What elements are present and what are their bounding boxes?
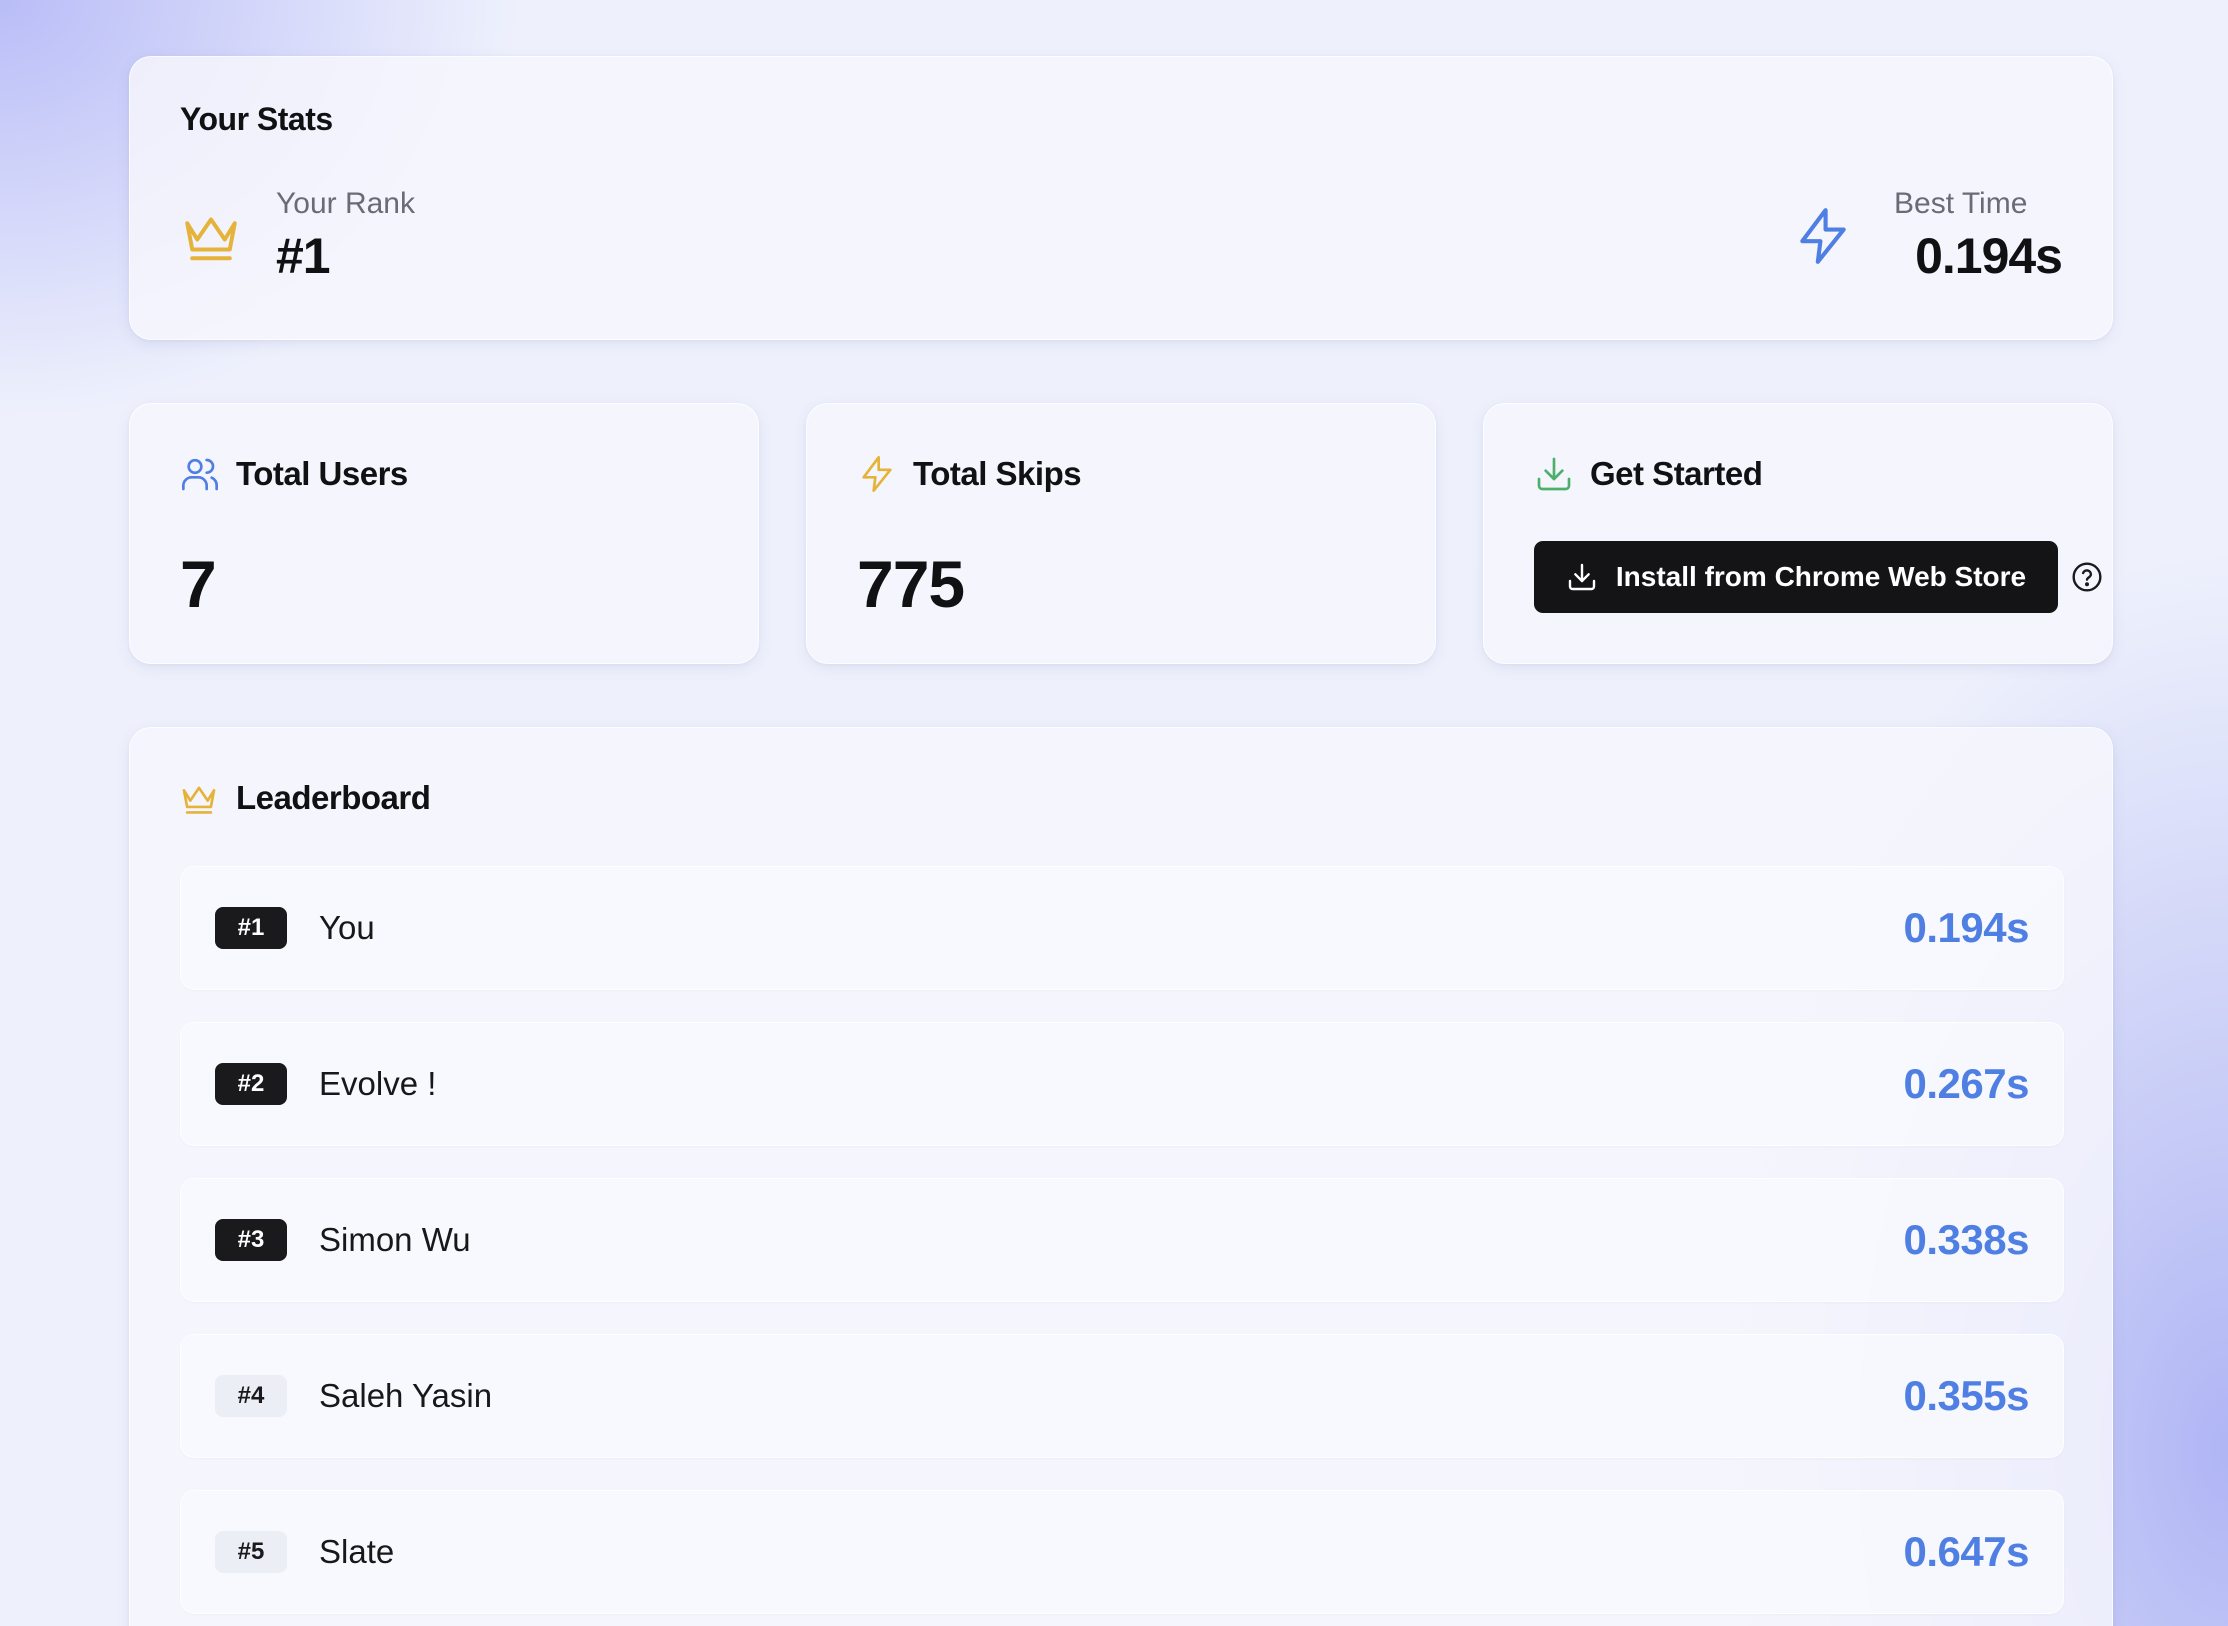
install-chrome-web-store-button[interactable]: Install from Chrome Web Store: [1534, 541, 2058, 613]
player-name: Simon Wu: [319, 1221, 471, 1258]
player-time: 0.338s: [1903, 1216, 2030, 1263]
lightning-icon: [862, 456, 892, 492]
download-icon: [1568, 563, 1596, 591]
player-time: 0.194s: [1903, 904, 2030, 951]
lightning-icon: [1800, 208, 1846, 264]
download-icon: [1537, 457, 1571, 491]
best-time-value: 0.194s: [1915, 228, 2063, 284]
your-rank-label: Your Rank: [276, 187, 415, 220]
leaderboard-card: Leaderboard #1 You 0.194s #2 Evolve ! 0.…: [129, 727, 2113, 1626]
total-users-value: 7: [180, 547, 217, 621]
get-started-title: Get Started: [1590, 455, 1763, 492]
leaderboard-row: #5 Slate 0.647s: [180, 1490, 2064, 1614]
best-time-label: Best Time: [1894, 187, 2028, 220]
leaderboard-list: #1 You 0.194s #2 Evolve ! 0.267s #3 Simo…: [180, 866, 2064, 1626]
rank-badge: #1: [215, 907, 287, 949]
total-skips-card: Total Skips 775: [806, 403, 1436, 664]
total-users-title: Total Users: [236, 455, 408, 492]
rank-badge: #3: [215, 1219, 287, 1261]
leaderboard-row: #2 Evolve ! 0.267s: [180, 1022, 2064, 1146]
rank-badge: #4: [215, 1375, 287, 1417]
total-skips-value: 775: [857, 547, 965, 621]
crown-icon: [182, 786, 216, 814]
users-icon: [182, 458, 219, 491]
leaderboard-row: #4 Saleh Yasin 0.355s: [180, 1334, 2064, 1458]
your-stats-title: Your Stats: [180, 101, 333, 137]
player-name: You: [319, 909, 375, 946]
your-stats-card: Your Stats Your Rank #1 Best Time 0.194s: [129, 56, 2113, 340]
rank-badge: #5: [215, 1531, 287, 1573]
rank-badge: #2: [215, 1063, 287, 1105]
leaderboard-row: #1 You 0.194s: [180, 866, 2064, 990]
total-users-card: Total Users 7: [129, 403, 759, 664]
player-name: Saleh Yasin: [319, 1377, 493, 1414]
player-time: 0.267s: [1903, 1060, 2030, 1107]
crown-icon: [185, 217, 237, 261]
get-started-card: Get Started Install from Chrome Web Stor…: [1483, 403, 2113, 664]
player-time: 0.355s: [1903, 1372, 2030, 1419]
leaderboard-title: Leaderboard: [236, 779, 431, 816]
total-skips-title: Total Skips: [913, 455, 1082, 492]
help-circle-icon[interactable]: [2071, 561, 2103, 593]
your-rank-value: #1: [276, 228, 331, 284]
player-time: 0.647s: [1903, 1528, 2030, 1575]
player-name: Evolve !: [319, 1065, 437, 1102]
player-name: Slate: [319, 1533, 395, 1570]
install-button-label: Install from Chrome Web Store: [1615, 561, 2027, 592]
leaderboard-row: #3 Simon Wu 0.338s: [180, 1178, 2064, 1302]
